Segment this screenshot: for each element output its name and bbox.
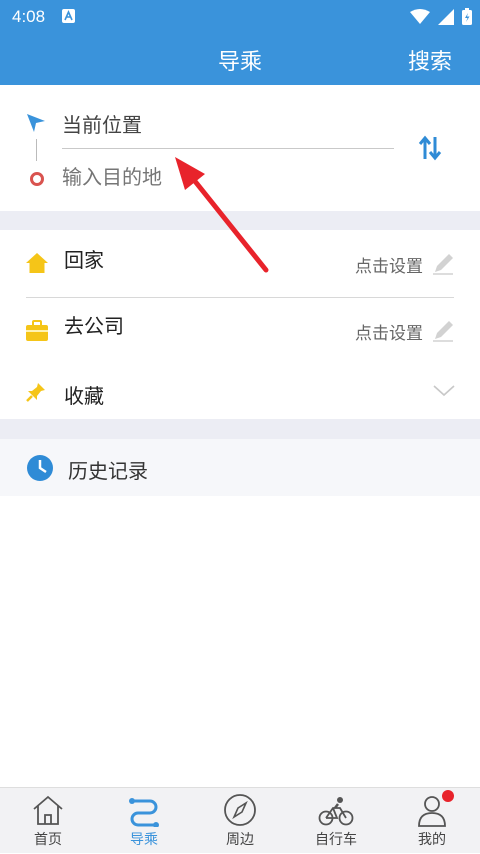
route-connector-line (36, 139, 37, 161)
tab-route[interactable]: 导乘 (96, 788, 192, 854)
origin-field[interactable]: 当前位置 (62, 109, 142, 138)
system-icons (410, 8, 472, 25)
top-app-bar: 导乘 搜索 (0, 34, 480, 85)
shortcut-favorites[interactable]: 收藏 (0, 361, 480, 419)
status-bar: 4:08 (0, 0, 480, 34)
tab-profile[interactable]: 我的 (384, 788, 480, 854)
tab-home-label: 首页 (34, 832, 62, 848)
pin-icon (26, 383, 45, 402)
shortcut-favorites-label: 收藏 (64, 384, 104, 408)
clock-icon (27, 455, 53, 481)
tab-bicycle[interactable]: 自行车 (288, 788, 384, 854)
shortcut-home-label: 回家 (64, 248, 104, 272)
notification-app-icon (62, 9, 75, 23)
edit-pencil-icon[interactable] (431, 252, 455, 276)
shortcut-work[interactable]: 去公司 点击设置 (0, 298, 480, 361)
tab-nearby[interactable]: 周边 (192, 788, 288, 854)
bottom-navigation: 首页 导乘 周边 自行车 我的 (0, 787, 480, 853)
tab-profile-label: 我的 (418, 832, 446, 848)
section-gap (0, 419, 480, 439)
destination-marker-icon (30, 172, 44, 186)
status-time: 4:08 (12, 7, 46, 26)
edit-pencil-icon[interactable] (431, 319, 455, 343)
tab-route-label: 导乘 (130, 832, 158, 848)
current-location-icon (27, 114, 45, 132)
history-header[interactable]: 历史记录 (0, 439, 480, 496)
notification-badge (442, 790, 454, 802)
set-work-link[interactable]: 点击设置 (355, 319, 423, 344)
search-button[interactable]: 搜索 (408, 44, 452, 76)
compass-icon (224, 794, 256, 826)
destination-input[interactable] (62, 165, 382, 189)
tab-home[interactable]: 首页 (0, 788, 96, 854)
swap-direction-icon[interactable] (418, 135, 442, 161)
shortcut-home[interactable]: 回家 点击设置 (0, 230, 480, 297)
set-home-link[interactable]: 点击设置 (355, 252, 423, 277)
wifi-icon (410, 8, 430, 24)
tab-nearby-label: 周边 (226, 832, 254, 848)
shortcut-work-label: 去公司 (64, 314, 124, 338)
tab-bicycle-label: 自行车 (315, 832, 357, 848)
bicycle-icon (318, 797, 354, 826)
briefcase-icon (26, 320, 48, 341)
home-icon (26, 253, 48, 273)
home-outline-icon (33, 795, 63, 825)
signal-icon (438, 8, 454, 25)
chevron-down-icon[interactable] (433, 385, 455, 397)
route-icon (129, 798, 159, 827)
route-field-divider (62, 148, 394, 149)
battery-icon (462, 8, 472, 25)
route-planner: 当前位置 (0, 85, 480, 211)
history-label: 历史记录 (68, 459, 148, 483)
section-gap (0, 211, 480, 230)
